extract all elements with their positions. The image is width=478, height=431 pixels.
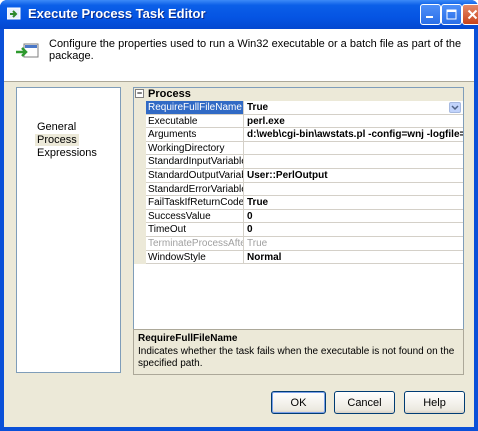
property-value[interactable]: 0 [244, 210, 463, 224]
header-description: Configure the properties used to run a W… [49, 38, 462, 62]
app-icon [7, 7, 21, 20]
property-name: SuccessValue [146, 209, 244, 224]
dropdown-button[interactable] [449, 102, 461, 113]
property-row-executable[interactable]: Executable perl.exe [134, 114, 463, 129]
property-value[interactable]: True [244, 196, 463, 210]
property-name: RequireFullFileName [146, 101, 244, 115]
property-value[interactable] [244, 183, 463, 197]
property-row-timeout[interactable]: TimeOut 0 [134, 223, 463, 237]
chevron-down-icon [451, 104, 459, 110]
description-title: RequireFullFileName [138, 333, 238, 344]
cancel-button[interactable]: Cancel [334, 391, 395, 414]
ok-button[interactable]: OK [271, 391, 326, 414]
minimize-button[interactable] [420, 4, 441, 25]
property-value[interactable] [244, 155, 463, 169]
property-row-terminateprocess: TerminateProcessAfterTir True [134, 237, 463, 251]
property-value[interactable]: perl.exe [244, 115, 463, 129]
title-bar[interactable]: Execute Process Task Editor [0, 0, 478, 29]
maximize-icon [446, 9, 457, 20]
property-name: FailTaskIfReturnCodeIsN [146, 196, 244, 210]
property-value[interactable]: True [244, 101, 463, 115]
property-row-requirefullfilename[interactable]: RequireFullFileName True [134, 101, 463, 115]
nav-item-general[interactable]: General [35, 121, 78, 133]
property-row-failtaskifreturncode[interactable]: FailTaskIfReturnCodeIsN True [134, 196, 463, 210]
property-value[interactable] [244, 142, 463, 156]
category-header[interactable]: − Process [134, 88, 463, 101]
property-value[interactable]: d:\web\cgi-bin\awstats.pl -config=wnj -l… [244, 128, 463, 142]
help-button[interactable]: Help [404, 391, 465, 414]
page-nav-list: General Process Expressions [16, 87, 121, 373]
property-row-standarderrorvariable[interactable]: StandardErrorVariable [134, 182, 463, 197]
property-name: WindowStyle [146, 250, 244, 265]
property-value: True [244, 237, 463, 251]
property-row-standardoutputvariable[interactable]: StandardOutputVariable User::PerlOutput [134, 169, 463, 183]
property-row-arguments[interactable]: Arguments d:\web\cgi-bin\awstats.pl -con… [134, 128, 463, 142]
header-banner: Configure the properties used to run a W… [4, 29, 474, 82]
property-row-standardinputvariable[interactable]: StandardInputVariable [134, 155, 463, 169]
dialog-client: Configure the properties used to run a W… [4, 29, 474, 427]
minimize-icon [426, 16, 433, 18]
property-value[interactable]: 0 [244, 223, 463, 237]
close-button[interactable] [462, 4, 478, 25]
property-name: TerminateProcessAfterTir [146, 237, 244, 251]
close-icon [467, 9, 478, 20]
dialog-window: Execute Process Task Editor Configure th… [0, 0, 478, 431]
collapse-icon[interactable]: − [135, 89, 144, 98]
category-label: Process [148, 88, 191, 100]
property-grid: − Process RequireFullFileName True Execu… [133, 87, 464, 353]
property-row-windowstyle[interactable]: WindowStyle Normal [134, 250, 463, 265]
nav-item-process[interactable]: Process [35, 134, 79, 146]
property-value-text: True [247, 102, 269, 113]
property-name: StandardOutputVariable [146, 169, 244, 183]
property-description-panel: RequireFullFileName Indicates whether th… [133, 329, 464, 375]
property-row-workingdirectory[interactable]: WorkingDirectory [134, 141, 463, 156]
property-value[interactable]: User::PerlOutput [244, 169, 463, 183]
maximize-button[interactable] [441, 4, 462, 25]
description-text: Indicates whether the task fails when th… [138, 346, 455, 369]
execute-process-icon [16, 43, 39, 58]
property-row-successvalue[interactable]: SuccessValue 0 [134, 209, 463, 224]
nav-item-expressions[interactable]: Expressions [35, 147, 99, 159]
property-value[interactable]: Normal [244, 251, 463, 265]
property-name: Arguments [146, 128, 244, 142]
property-name: Executable [146, 114, 244, 129]
property-name: StandardErrorVariable [146, 182, 244, 197]
property-name: WorkingDirectory [146, 141, 244, 156]
window-title: Execute Process Task Editor [28, 6, 206, 21]
property-name: StandardInputVariable [146, 155, 244, 169]
property-name: TimeOut [146, 223, 244, 237]
